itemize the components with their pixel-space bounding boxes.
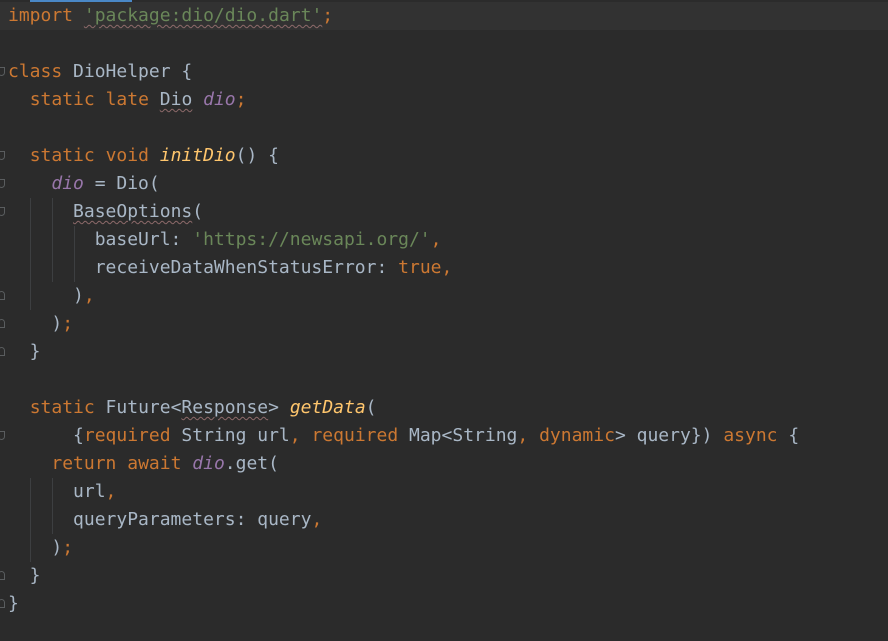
code-line-21[interactable]: }: [0, 562, 888, 590]
keyword-static: static: [29, 89, 95, 110]
code-editor[interactable]: import 'package:dio/dio.dart'; class Dio…: [0, 0, 888, 641]
fold-open-icon[interactable]: [0, 67, 5, 76]
keyword-async: async: [723, 425, 778, 446]
comma: ,: [517, 425, 529, 446]
code-line-8[interactable]: BaseOptions(: [0, 198, 888, 226]
string-literal: 'https://newsapi.org/': [192, 229, 431, 250]
code-line-text: return await dio.get(: [51, 453, 279, 474]
keyword-dynamic: dynamic: [539, 425, 615, 446]
code-line-16[interactable]: {required String url, required Map<Strin…: [0, 422, 888, 450]
semicolon: ;: [322, 5, 334, 26]
keyword-class: class: [8, 61, 63, 82]
fold-open-icon[interactable]: [0, 151, 5, 160]
comma: ,: [83, 285, 95, 306]
code-line-text: }: [8, 593, 19, 614]
code-line-text: static late Dio dio;: [8, 86, 247, 114]
code-line-text: BaseOptions(: [73, 201, 204, 222]
keyword-static: static: [29, 397, 95, 418]
comma: ,: [441, 257, 453, 278]
code-line-6[interactable]: static void initDio() {: [0, 142, 888, 170]
field-name: dio: [192, 453, 225, 474]
code-line-text: ),: [8, 285, 95, 306]
field-name: dio: [51, 173, 84, 194]
fold-close-icon[interactable]: [0, 291, 5, 300]
fold-close-icon[interactable]: [0, 571, 5, 580]
code-line-text: baseUrl: 'https://newsapi.org/',: [8, 229, 442, 250]
method-name: initDio: [159, 145, 236, 166]
code-line-11[interactable]: ),: [0, 282, 888, 310]
keyword-return: return: [51, 453, 117, 474]
semicolon: ;: [235, 89, 247, 110]
keyword-required: required: [311, 425, 399, 446]
type-name: Dio: [159, 89, 193, 110]
fold-close-icon[interactable]: [0, 347, 5, 356]
code-line-text: {required String url, required Map<Strin…: [8, 425, 800, 446]
code-line-text: }: [8, 341, 41, 362]
keyword-static: static: [29, 145, 95, 166]
fold-open-icon[interactable]: [0, 431, 5, 440]
fold-open-icon[interactable]: [0, 207, 5, 216]
code-line-20[interactable]: );: [0, 534, 888, 562]
code-line-12[interactable]: );: [0, 310, 888, 338]
code-line-4[interactable]: static late Dio dio;: [0, 86, 888, 114]
keyword-true: true: [398, 257, 442, 278]
code-line-text: static void initDio() {: [29, 145, 279, 166]
semicolon: ;: [62, 537, 74, 558]
fold-open-icon[interactable]: [0, 179, 5, 188]
code-line-text: }: [8, 565, 41, 586]
comma: ,: [430, 229, 442, 250]
method-name: getData: [289, 397, 366, 418]
keyword-await: await: [127, 453, 182, 474]
code-line-text: url,: [8, 481, 117, 502]
fold-close-icon[interactable]: [0, 319, 5, 328]
keyword-import: import: [8, 5, 74, 26]
class-name: DioHelper: [73, 61, 171, 82]
code-line-text: queryParameters: query,: [8, 509, 323, 530]
keyword-late: late: [105, 89, 149, 110]
code-line-text: static Future<Response> getData(: [29, 397, 377, 418]
code-line-7[interactable]: dio = Dio(: [0, 170, 888, 198]
comma: ,: [289, 425, 301, 446]
code-line-17[interactable]: return await dio.get(: [0, 450, 888, 478]
fold-close-icon[interactable]: [0, 599, 5, 608]
code-line-text: );: [8, 537, 74, 558]
code-line-1[interactable]: import 'package:dio/dio.dart';: [0, 2, 888, 30]
code-line-10[interactable]: receiveDataWhenStatusError: true,: [0, 254, 888, 282]
keyword-required: required: [83, 425, 171, 446]
code-line-22[interactable]: }: [0, 590, 888, 618]
code-line-text: receiveDataWhenStatusError: true,: [8, 257, 453, 278]
keyword-void: void: [105, 145, 149, 166]
import-path: 'package:dio/dio.dart': [83, 5, 323, 26]
code-line-9[interactable]: baseUrl: 'https://newsapi.org/',: [0, 226, 888, 254]
code-line-text: dio = Dio(: [51, 173, 160, 194]
type-name: Response: [181, 397, 269, 418]
comma: ,: [105, 481, 117, 502]
code-line-text: );: [8, 313, 74, 334]
code-line-3[interactable]: class DioHelper {: [0, 58, 888, 86]
code-line-19[interactable]: queryParameters: query,: [0, 506, 888, 534]
code-line-text: import 'package:dio/dio.dart';: [8, 2, 333, 30]
type-name: BaseOptions: [73, 201, 193, 222]
comma: ,: [311, 509, 323, 530]
semicolon: ;: [62, 313, 74, 334]
field-name: dio: [203, 89, 236, 110]
code-line-text: class DioHelper {: [8, 61, 193, 82]
code-line-18[interactable]: url,: [0, 478, 888, 506]
code-line-13[interactable]: }: [0, 338, 888, 366]
code-line-15[interactable]: static Future<Response> getData(: [0, 394, 888, 422]
